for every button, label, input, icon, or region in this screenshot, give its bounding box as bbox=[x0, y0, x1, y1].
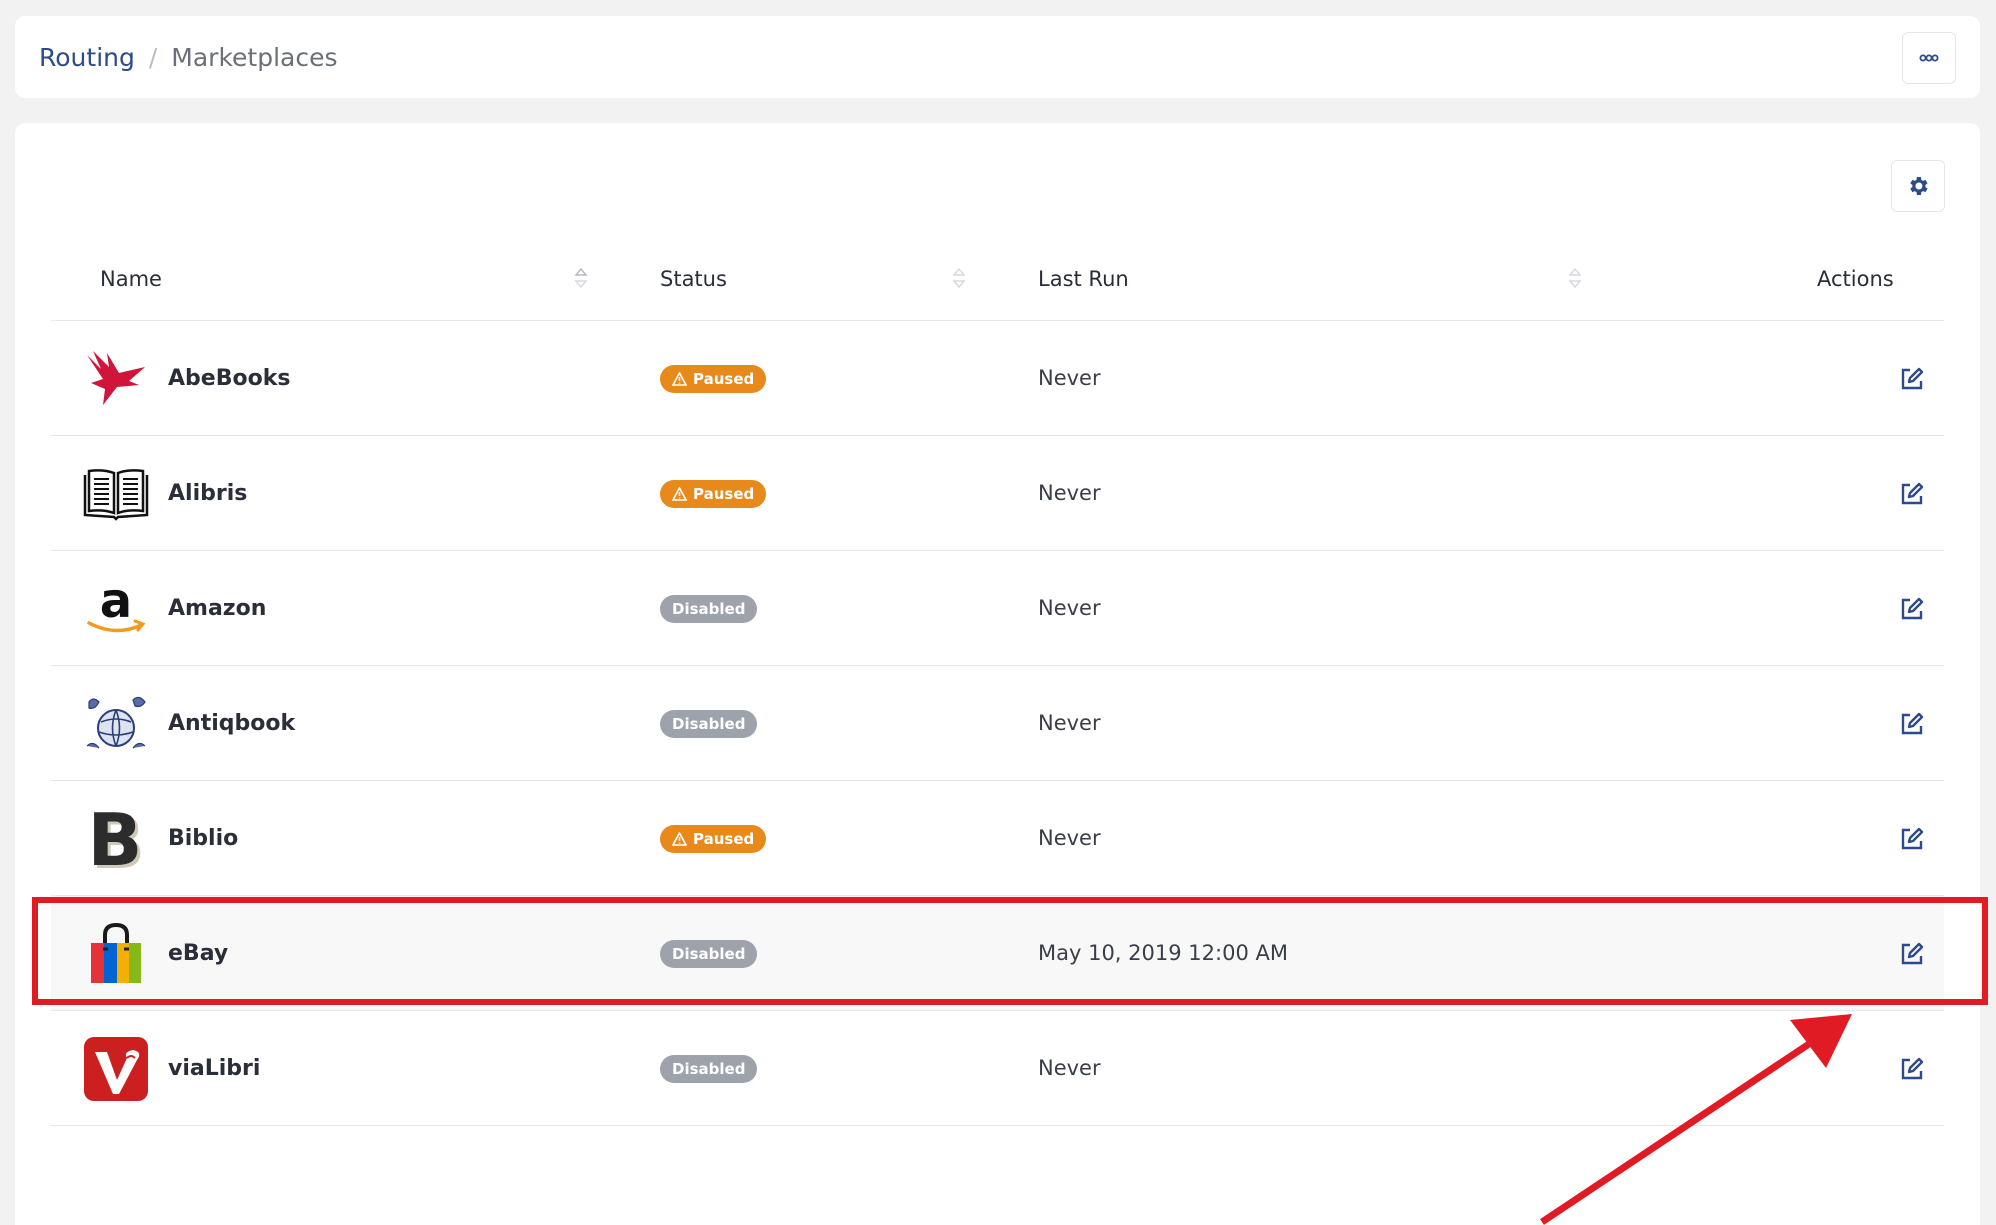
breadcrumb-routing-link[interactable]: Routing bbox=[39, 43, 135, 72]
marketplace-name: viaLibri bbox=[168, 1055, 261, 1081]
edit-icon[interactable] bbox=[1899, 711, 1925, 737]
more-horizontal-icon bbox=[1919, 54, 1939, 62]
status-badge: Paused bbox=[660, 365, 767, 393]
more-options-button[interactable] bbox=[1902, 32, 1956, 84]
last-run-value: Never bbox=[1038, 596, 1101, 620]
column-header-actions: Actions bbox=[1817, 266, 1894, 291]
status-label: Paused bbox=[693, 370, 755, 388]
column-header-status[interactable]: Status bbox=[660, 237, 727, 320]
table-row: Alibris Paused Never bbox=[51, 436, 1944, 551]
status-label: Paused bbox=[693, 830, 755, 848]
marketplaces-card: Name Status Last Run Actions AbeBooks Pa… bbox=[15, 123, 1980, 1225]
breadcrumb-separator: / bbox=[148, 42, 158, 72]
status-badge: Disabled bbox=[660, 710, 758, 738]
edit-icon[interactable] bbox=[1899, 1056, 1925, 1082]
vialibri-logo bbox=[83, 1036, 149, 1102]
last-run-value: Never bbox=[1038, 1056, 1101, 1080]
table-header: Name Status Last Run Actions bbox=[51, 237, 1944, 321]
last-run-value: Never bbox=[1038, 481, 1101, 505]
status-badge: Paused bbox=[660, 480, 767, 508]
breadcrumb-current: Marketplaces bbox=[171, 42, 338, 72]
last-run-value: Never bbox=[1038, 366, 1101, 390]
last-run-value: Never bbox=[1038, 711, 1101, 735]
table-row: eBay Disabled May 10, 2019 12:00 AM bbox=[51, 896, 1944, 1011]
abebooks-logo bbox=[83, 346, 149, 412]
status-label: Disabled bbox=[672, 715, 746, 733]
breadcrumb-bar: Routing / Marketplaces bbox=[15, 16, 1980, 98]
status-label: Disabled bbox=[672, 600, 746, 618]
marketplace-name: eBay bbox=[168, 940, 229, 966]
ebay-logo bbox=[83, 921, 149, 987]
edit-icon[interactable] bbox=[1899, 941, 1925, 967]
marketplace-name: Biblio bbox=[168, 825, 239, 851]
biblio-logo: B B bbox=[83, 806, 149, 872]
amazon-logo: a bbox=[83, 576, 149, 642]
marketplace-name: Alibris bbox=[168, 480, 248, 506]
status-badge: Disabled bbox=[660, 940, 758, 968]
breadcrumb: Routing / Marketplaces bbox=[39, 16, 338, 98]
table-row: viaLibri Disabled Never bbox=[51, 1011, 1944, 1126]
warning-icon bbox=[672, 832, 687, 846]
svg-text:a: a bbox=[100, 579, 132, 629]
column-header-name[interactable]: Name bbox=[100, 237, 162, 320]
table-row: B B Biblio Paused Never bbox=[51, 781, 1944, 896]
marketplace-name: Amazon bbox=[168, 595, 267, 621]
gear-icon bbox=[1910, 177, 1928, 195]
warning-icon bbox=[672, 372, 687, 386]
marketplace-name: Antiqbook bbox=[168, 710, 296, 736]
status-badge: Paused bbox=[660, 825, 767, 853]
table-row: a Amazon Disabled Never bbox=[51, 551, 1944, 666]
warning-icon bbox=[672, 487, 687, 501]
sort-icon[interactable] bbox=[1568, 265, 1582, 291]
status-label: Disabled bbox=[672, 1060, 746, 1078]
edit-icon[interactable] bbox=[1899, 366, 1925, 392]
status-label: Disabled bbox=[672, 945, 746, 963]
table-row: AbeBooks Paused Never bbox=[51, 321, 1944, 436]
edit-icon[interactable] bbox=[1899, 826, 1925, 852]
marketplace-name: AbeBooks bbox=[168, 365, 291, 391]
table-settings-button[interactable] bbox=[1891, 160, 1945, 212]
marketplaces-table: Name Status Last Run Actions AbeBooks Pa… bbox=[51, 237, 1944, 1126]
svg-text:B: B bbox=[88, 806, 143, 872]
status-badge: Disabled bbox=[660, 1055, 758, 1083]
alibris-logo bbox=[83, 461, 149, 527]
edit-icon[interactable] bbox=[1899, 596, 1925, 622]
sort-icon[interactable] bbox=[952, 265, 966, 291]
antiqbook-logo bbox=[83, 691, 149, 757]
status-label: Paused bbox=[693, 485, 755, 503]
last-run-value: May 10, 2019 12:00 AM bbox=[1038, 941, 1288, 965]
column-header-last-run[interactable]: Last Run bbox=[1038, 237, 1129, 320]
sort-icon[interactable] bbox=[574, 265, 588, 291]
last-run-value: Never bbox=[1038, 826, 1101, 850]
status-badge: Disabled bbox=[660, 595, 758, 623]
edit-icon[interactable] bbox=[1899, 481, 1925, 507]
table-row: Antiqbook Disabled Never bbox=[51, 666, 1944, 781]
